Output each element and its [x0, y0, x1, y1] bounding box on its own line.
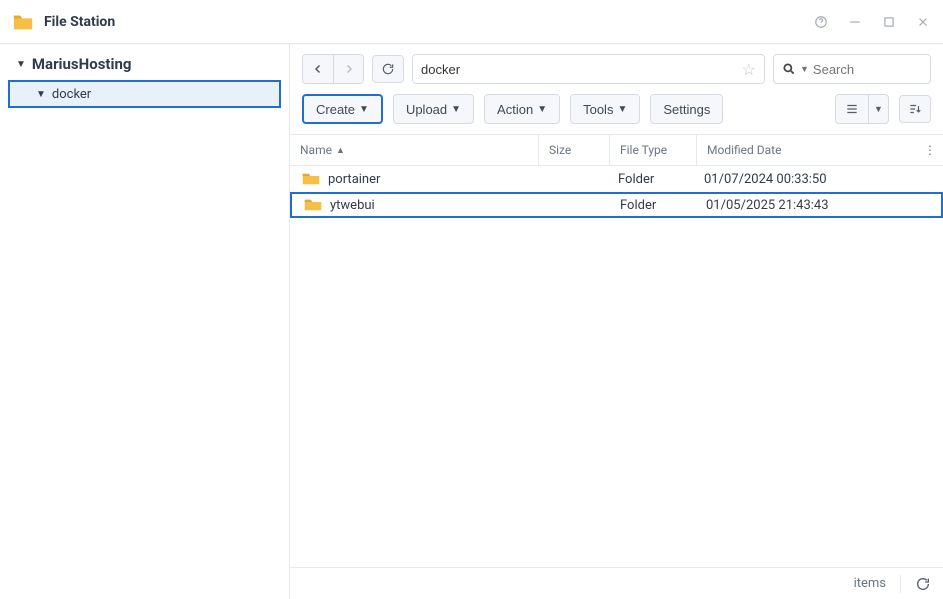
sort-button[interactable]: [899, 95, 931, 123]
file-modified: 01/07/2024 00:33:50: [694, 172, 917, 187]
view-dropdown[interactable]: ▼: [868, 95, 888, 123]
app-folder-icon: [12, 11, 34, 33]
col-name-header[interactable]: Name ▲: [290, 135, 538, 165]
tools-button[interactable]: Tools▼: [570, 94, 640, 124]
favorite-star-icon[interactable]: ☆: [742, 60, 756, 79]
titlebar: File Station: [0, 0, 943, 44]
maximize-button[interactable]: [881, 14, 897, 30]
search-box[interactable]: ▼: [773, 54, 931, 84]
window-controls: [813, 14, 931, 30]
chevron-down-icon[interactable]: ▼: [800, 64, 809, 75]
col-modified-header[interactable]: Modified Date: [697, 135, 917, 165]
file-name: portainer: [328, 172, 380, 187]
upload-button[interactable]: Upload▼: [393, 94, 474, 124]
chevron-down-icon: ▼: [359, 104, 369, 115]
col-size-header[interactable]: Size: [539, 135, 609, 165]
list-view-button[interactable]: [836, 95, 868, 123]
search-icon: [782, 62, 796, 76]
tree-item-label: docker: [52, 87, 91, 102]
tree-root-item[interactable]: ▼ MariusHosting: [0, 50, 289, 78]
path-input[interactable]: [421, 62, 742, 77]
app-title: File Station: [44, 14, 115, 30]
table-row[interactable]: portainer Folder 01/07/2024 00:33:50: [290, 166, 943, 192]
tree-root-label: MariusHosting: [32, 55, 132, 73]
forward-button[interactable]: [333, 55, 363, 83]
folder-tree: ▼ MariusHosting ▼ docker: [0, 44, 290, 599]
file-type: Folder: [610, 198, 696, 213]
table-header: Name ▲ Size File Type Modified Date ⋮: [290, 134, 943, 166]
chevron-down-icon: ▼: [451, 104, 461, 115]
chevron-down-icon: ▼: [537, 104, 547, 115]
back-button[interactable]: [303, 55, 333, 83]
chevron-down-icon: ▼: [16, 59, 26, 70]
action-button[interactable]: Action▼: [484, 94, 560, 124]
search-input[interactable]: [813, 62, 943, 77]
folder-icon: [302, 172, 320, 186]
table-row[interactable]: ytwebui Folder 01/05/2025 21:43:43: [290, 192, 943, 218]
col-type-header[interactable]: File Type: [610, 135, 696, 165]
refresh-button[interactable]: [372, 55, 404, 83]
tree-item-docker[interactable]: ▼ docker: [8, 80, 281, 108]
help-button[interactable]: [813, 14, 829, 30]
columns-menu-button[interactable]: ⋮: [917, 143, 943, 157]
nav-row: ☆ ▼: [290, 44, 943, 94]
chevron-down-icon: ▼: [36, 89, 46, 100]
refresh-status-button[interactable]: [915, 576, 931, 592]
toolbar: Create▼ Upload▼ Action▼ Tools▼ Settings …: [290, 94, 943, 134]
nav-back-forward-group: [302, 54, 364, 84]
items-label: items: [854, 576, 886, 591]
sort-arrow-up-icon: ▲: [336, 145, 345, 156]
folder-icon: [304, 198, 322, 212]
close-button[interactable]: [915, 14, 931, 30]
path-field[interactable]: ☆: [412, 54, 765, 84]
file-modified: 01/05/2025 21:43:43: [696, 198, 915, 213]
create-button[interactable]: Create▼: [302, 94, 383, 124]
chevron-down-icon: ▼: [617, 104, 627, 115]
view-mode-group: ▼: [835, 94, 889, 124]
status-bar: items: [290, 567, 943, 599]
file-type: Folder: [608, 172, 694, 187]
main-panel: ☆ ▼ Create▼ Upload▼ Action▼ Tools▼: [290, 44, 943, 599]
minimize-button[interactable]: [847, 14, 863, 30]
settings-button[interactable]: Settings: [650, 94, 723, 124]
file-list: portainer Folder 01/07/2024 00:33:50 ytw…: [290, 166, 943, 567]
file-name: ytwebui: [330, 198, 375, 213]
